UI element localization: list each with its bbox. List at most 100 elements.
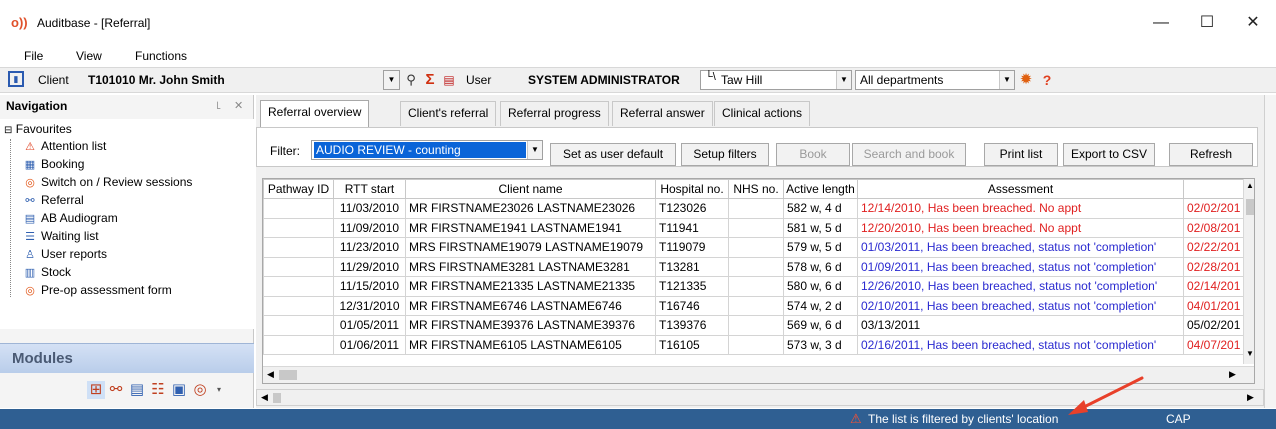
column-header-client-name[interactable]: Client name <box>405 179 656 199</box>
cell-next-date[interactable]: 02/22/201 <box>1182 237 1245 258</box>
cell-pathway-id[interactable] <box>263 276 334 297</box>
cell-client-name[interactable]: MRS FIRSTNAME3281 LASTNAME3281 <box>405 256 656 277</box>
sigma-icon[interactable]: Σ <box>421 71 439 89</box>
cell-client-name[interactable]: MR FIRSTNAME21335 LASTNAME21335 <box>405 276 656 297</box>
cell-nhs-no[interactable] <box>728 237 784 258</box>
setup-filters-button[interactable]: Setup filters <box>681 143 769 166</box>
cell-client-name[interactable]: MR FIRSTNAME39376 LASTNAME39376 <box>405 315 656 336</box>
cell-client-name[interactable]: MR FIRSTNAME1941 LASTNAME1941 <box>405 217 656 238</box>
cell-hospital-no[interactable]: T119079 <box>655 237 729 258</box>
clipboard-module-icon[interactable]: ▣ <box>170 381 188 399</box>
cell-assessment[interactable]: 02/10/2011, Has been breached, status no… <box>857 295 1184 316</box>
scroll-thumb[interactable] <box>279 370 297 380</box>
cell-hospital-no[interactable]: T121335 <box>655 276 729 297</box>
cell-active-length[interactable]: 574 w, 2 d <box>783 295 858 316</box>
nav-item-switch-on[interactable]: ◎ Switch on / Review sessions <box>22 175 192 193</box>
person-search-icon[interactable]: ⚲ <box>402 71 420 89</box>
cell-nhs-no[interactable] <box>728 334 784 355</box>
settings-gear-icon[interactable]: ✹ <box>1017 71 1035 89</box>
menu-functions[interactable]: Functions <box>135 49 187 63</box>
menu-view[interactable]: View <box>76 49 102 63</box>
cell-next-date[interactable]: 04/01/201 <box>1182 295 1245 316</box>
cell-next-date[interactable]: 02/02/201 <box>1182 198 1245 219</box>
export-csv-button[interactable]: Export to CSV <box>1063 143 1155 166</box>
target-module-icon[interactable]: ◎ <box>191 381 209 399</box>
referral-module-icon[interactable]: ⚯ <box>107 381 125 399</box>
cell-pathway-id[interactable] <box>263 237 334 258</box>
nav-item-waiting-list[interactable]: ☰ Waiting list <box>22 229 99 247</box>
scroll-left-icon[interactable]: ◀ <box>261 392 268 403</box>
print-list-button[interactable]: Print list <box>984 143 1058 166</box>
cell-pathway-id[interactable] <box>263 295 334 316</box>
cell-client-name[interactable]: MR FIRSTNAME23026 LASTNAME23026 <box>405 198 656 219</box>
cell-nhs-no[interactable] <box>728 198 784 219</box>
scroll-right-icon[interactable]: ▶ <box>1229 369 1236 380</box>
search-and-book-button[interactable]: Search and book <box>852 143 966 166</box>
close-panel-icon[interactable]: ✕ <box>234 99 243 112</box>
cell-client-name[interactable]: MR FIRSTNAME6746 LASTNAME6746 <box>405 295 656 316</box>
tab-referral-answer[interactable]: Referral answer <box>612 101 713 126</box>
cell-rtt-start[interactable]: 11/09/2010 <box>333 217 406 238</box>
cell-rtt-start[interactable]: 12/31/2010 <box>333 295 406 316</box>
outer-vertical-scrollbar[interactable] <box>1264 95 1276 408</box>
cell-pathway-id[interactable] <box>263 334 334 355</box>
cell-nhs-no[interactable] <box>728 295 784 316</box>
cell-next-date[interactable]: 02/14/201 <box>1182 276 1245 297</box>
cell-pathway-id[interactable] <box>263 198 334 219</box>
nav-item-ab-audiogram[interactable]: ▤ AB Audiogram <box>22 211 118 229</box>
minimize-button[interactable]: — <box>1138 9 1184 37</box>
cell-assessment[interactable]: 12/26/2010, Has been breached, status no… <box>857 276 1184 297</box>
cell-active-length[interactable]: 581 w, 5 d <box>783 217 858 238</box>
location-dropdown[interactable]: └\ Taw Hill ▼ <box>700 70 852 90</box>
cell-pathway-id[interactable] <box>263 315 334 336</box>
column-header-nhs-no[interactable]: NHS no. <box>728 179 784 199</box>
column-header-pathway-id[interactable]: Pathway ID <box>263 179 334 199</box>
table-row[interactable]: 11/09/2010 MR FIRSTNAME1941 LASTNAME1941 T… <box>263 217 1245 238</box>
modules-bar[interactable]: Modules <box>0 343 254 373</box>
column-header-active-length[interactable]: Active length <box>783 179 858 199</box>
cell-hospital-no[interactable]: T13281 <box>655 256 729 277</box>
menu-file[interactable]: File <box>24 49 43 63</box>
cell-assessment[interactable]: 12/20/2010, Has been breached. No appt <box>857 217 1184 238</box>
nav-item-pre-op[interactable]: ◎ Pre-op assessment form <box>22 283 172 301</box>
nav-item-referral[interactable]: ⚯ Referral <box>22 193 83 211</box>
list-module-icon[interactable]: ☷ <box>149 381 167 399</box>
cell-client-name[interactable]: MRS FIRSTNAME19079 LASTNAME19079 <box>405 237 656 258</box>
refresh-button[interactable]: Refresh <box>1169 143 1253 166</box>
close-button[interactable]: ✕ <box>1230 9 1276 37</box>
cell-active-length[interactable]: 573 w, 3 d <box>783 334 858 355</box>
scroll-right-icon[interactable]: ▶ <box>1247 392 1254 403</box>
cell-active-length[interactable]: 579 w, 5 d <box>783 237 858 258</box>
cell-nhs-no[interactable] <box>728 276 784 297</box>
cell-pathway-id[interactable] <box>263 256 334 277</box>
tree-view-icon[interactable]: ⊞ <box>87 381 105 399</box>
table-row[interactable]: 11/29/2010 MRS FIRSTNAME3281 LASTNAME3281… <box>263 256 1245 277</box>
filter-dropdown[interactable]: AUDIO REVIEW - counting ▼ <box>311 140 543 160</box>
cell-rtt-start[interactable]: 11/15/2010 <box>333 276 406 297</box>
cell-hospital-no[interactable]: T139376 <box>655 315 729 336</box>
table-row[interactable]: 11/15/2010 MR FIRSTNAME21335 LASTNAME2133… <box>263 276 1245 297</box>
cell-active-length[interactable]: 580 w, 6 d <box>783 276 858 297</box>
client-dropdown[interactable]: ▼ <box>383 70 400 90</box>
cell-next-date[interactable]: 04/07/201 <box>1182 334 1245 355</box>
scroll-up-icon[interactable]: ▲ <box>1246 181 1254 190</box>
column-header-hospital-no[interactable]: Hospital no. <box>655 179 729 199</box>
cell-rtt-start[interactable]: 11/29/2010 <box>333 256 406 277</box>
department-dropdown[interactable]: All departments ▼ <box>855 70 1015 90</box>
nav-item-booking[interactable]: ▦ Booking <box>22 157 85 175</box>
scroll-down-icon[interactable]: ▼ <box>1246 349 1254 358</box>
table-row[interactable]: 01/06/2011 MR FIRSTNAME6105 LASTNAME6105 T… <box>263 334 1245 355</box>
cell-active-length[interactable]: 569 w, 6 d <box>783 315 858 336</box>
cell-pathway-id[interactable] <box>263 217 334 238</box>
cell-next-date[interactable]: 02/08/201 <box>1182 217 1245 238</box>
column-header-next[interactable] <box>1182 179 1245 199</box>
scroll-left-icon[interactable]: ◀ <box>267 369 274 380</box>
table-vertical-scrollbar[interactable]: ▲ ▼ <box>1243 179 1254 364</box>
nav-item-stock[interactable]: ▥ Stock <box>22 265 71 283</box>
cell-nhs-no[interactable] <box>728 315 784 336</box>
table-row[interactable]: 11/23/2010 MRS FIRSTNAME19079 LASTNAME190… <box>263 237 1245 258</box>
notes-icon[interactable]: ▤ <box>440 71 458 89</box>
cell-nhs-no[interactable] <box>728 217 784 238</box>
client-card-icon[interactable]: ▮ <box>8 71 24 87</box>
cell-rtt-start[interactable]: 01/05/2011 <box>333 315 406 336</box>
